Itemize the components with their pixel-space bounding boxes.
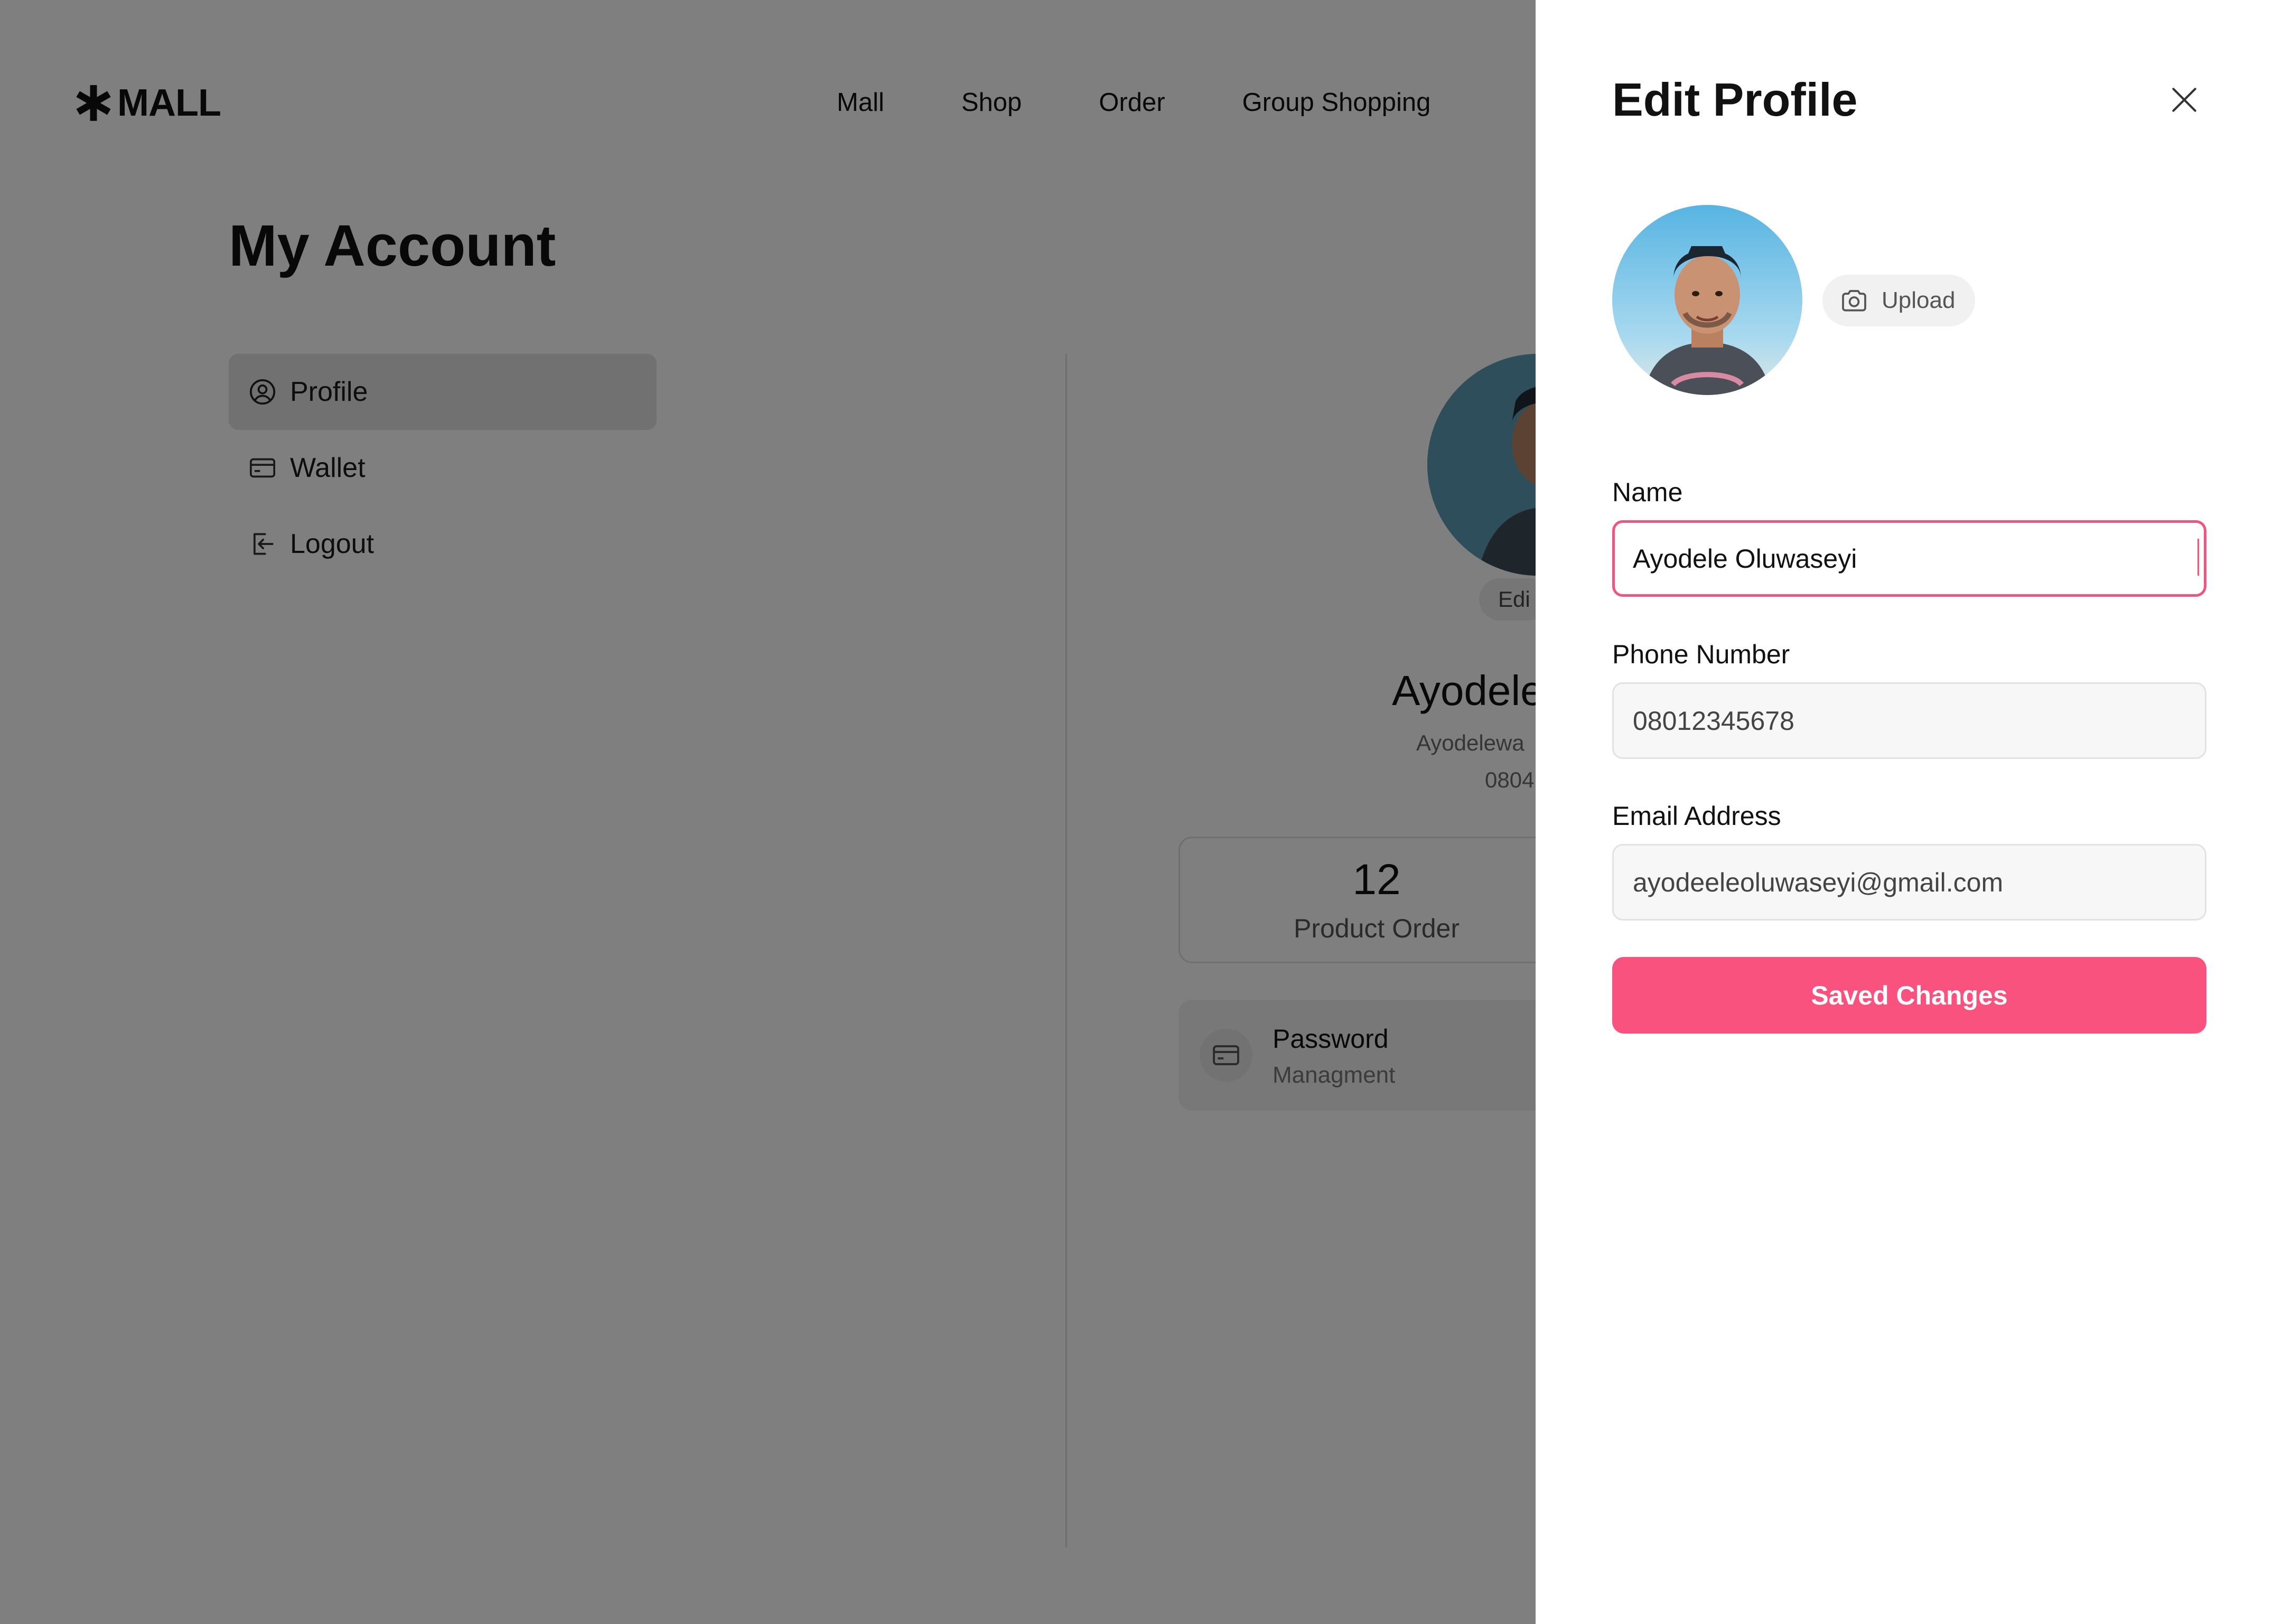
phone-field[interactable] <box>1612 682 2206 759</box>
name-field[interactable] <box>1612 520 2206 597</box>
upload-label: Upload <box>1882 287 1956 313</box>
close-icon[interactable] <box>2168 83 2201 116</box>
email-label: Email Address <box>1612 801 1781 831</box>
avatar <box>1612 205 1802 395</box>
edit-profile-drawer: Edit Profile Upload Name Ayodele Oluwase… <box>1536 0 2282 1624</box>
modal-backdrop[interactable] <box>0 0 1536 1624</box>
email-field[interactable] <box>1612 844 2206 921</box>
upload-photo-button[interactable]: Upload <box>1822 275 1976 326</box>
save-changes-button[interactable]: Saved Changes <box>1612 957 2206 1034</box>
camera-icon <box>1842 290 1866 312</box>
phone-label: Phone Number <box>1612 640 1790 669</box>
drawer-title: Edit Profile <box>1612 73 1858 126</box>
text-caret <box>2197 539 2199 576</box>
name-label: Name <box>1612 477 1683 507</box>
